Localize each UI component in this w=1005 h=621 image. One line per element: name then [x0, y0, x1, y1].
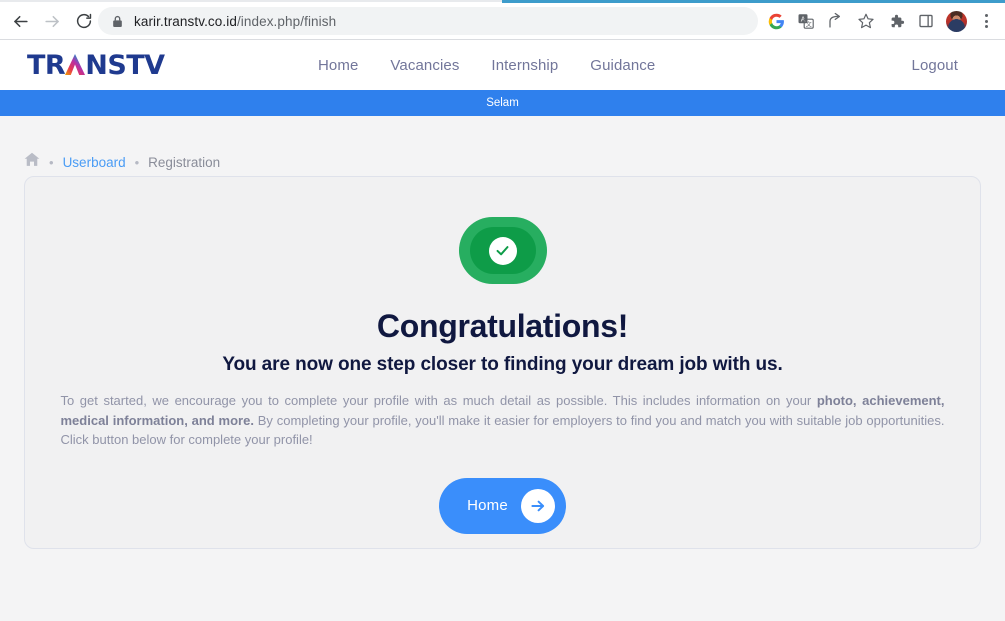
- forward-button[interactable]: [38, 7, 66, 35]
- tab-strip-active-segment: [502, 0, 1005, 3]
- svg-text:文: 文: [806, 20, 812, 28]
- success-badge-inner: [469, 227, 536, 274]
- breadcrumb: • Userboard • Registration: [0, 116, 1005, 176]
- nav-item-internship[interactable]: Internship: [491, 57, 558, 74]
- breadcrumb-item-userboard[interactable]: Userboard: [63, 155, 126, 170]
- alert-banner-message: Selam: [486, 97, 519, 109]
- back-button[interactable]: [6, 7, 34, 35]
- bookmark-star-icon[interactable]: [851, 7, 881, 35]
- browser-toolbar-icons: A 文: [761, 7, 1001, 35]
- site-header: TR NS TV Home Vacancies Internship Guidanc…: [0, 40, 1005, 90]
- brand-logo-tv: TV: [126, 49, 165, 81]
- google-icon[interactable]: [761, 7, 791, 35]
- page-title: Congratulations!: [376, 308, 629, 344]
- main-nav: Home Vacancies Internship Guidance: [318, 57, 655, 74]
- home-button-label: Home: [467, 497, 508, 514]
- check-circle-icon: [488, 236, 517, 265]
- extensions-puzzle-icon[interactable]: [881, 7, 911, 35]
- browser-nav-controls: [6, 7, 98, 35]
- breadcrumb-item-registration: Registration: [148, 154, 221, 170]
- browser-chrome: karir.transtv.co.id/index.php/finish A 文: [0, 0, 1005, 40]
- profile-avatar[interactable]: [941, 7, 971, 35]
- avatar-image: [945, 10, 967, 32]
- page-subtitle: You are now one step closer to finding y…: [222, 354, 783, 375]
- nav-item-guidance[interactable]: Guidance: [590, 57, 655, 74]
- address-bar[interactable]: karir.transtv.co.id/index.php/finish: [98, 7, 758, 35]
- chrome-menu-icon[interactable]: [971, 7, 1001, 35]
- nav-item-home[interactable]: Home: [318, 57, 358, 74]
- brand-logo-text: TR NS TV: [27, 52, 165, 79]
- brand-logo-ns: NS: [85, 49, 127, 81]
- body-text-part1: To get started, we encourage you to comp…: [60, 393, 817, 408]
- translate-icon[interactable]: A 文: [791, 7, 821, 35]
- brand-logo-rainbow-a-icon: [65, 53, 86, 75]
- share-icon[interactable]: [821, 7, 851, 35]
- brand-logo-tr: TR: [27, 49, 66, 81]
- reload-icon: [75, 12, 93, 30]
- tab-strip-inactive-segment: [0, 0, 502, 2]
- side-panel-icon[interactable]: [911, 7, 941, 35]
- home-button[interactable]: Home: [439, 477, 566, 534]
- alert-banner: Selam: [0, 90, 1005, 116]
- back-arrow-icon: [11, 12, 30, 31]
- url-path: /index.php/finish: [236, 13, 337, 29]
- reload-button[interactable]: [70, 7, 98, 35]
- breadcrumb-separator-2: •: [134, 154, 140, 170]
- arrow-right-icon: [520, 488, 555, 523]
- kebab-dots-icon: [984, 14, 988, 28]
- tab-strip-edge: [0, 0, 1005, 4]
- breadcrumb-separator: •: [49, 154, 54, 170]
- body-paragraph: To get started, we encourage you to comp…: [61, 391, 945, 450]
- logout-link[interactable]: Logout: [912, 57, 958, 74]
- lock-icon: [112, 15, 123, 28]
- success-badge: [458, 217, 547, 284]
- forward-arrow-icon: [43, 12, 62, 31]
- brand-logo[interactable]: TR NS TV: [27, 52, 165, 79]
- content-card: Congratulations! You are now one step cl…: [24, 176, 981, 549]
- home-icon[interactable]: [24, 152, 40, 172]
- url-text: karir.transtv.co.id/index.php/finish: [134, 14, 336, 29]
- url-host: karir.transtv.co.id: [134, 13, 237, 29]
- nav-item-vacancies[interactable]: Vacancies: [390, 57, 459, 74]
- page-viewport: TR NS TV Home Vacancies Internship Guidanc…: [0, 40, 1005, 621]
